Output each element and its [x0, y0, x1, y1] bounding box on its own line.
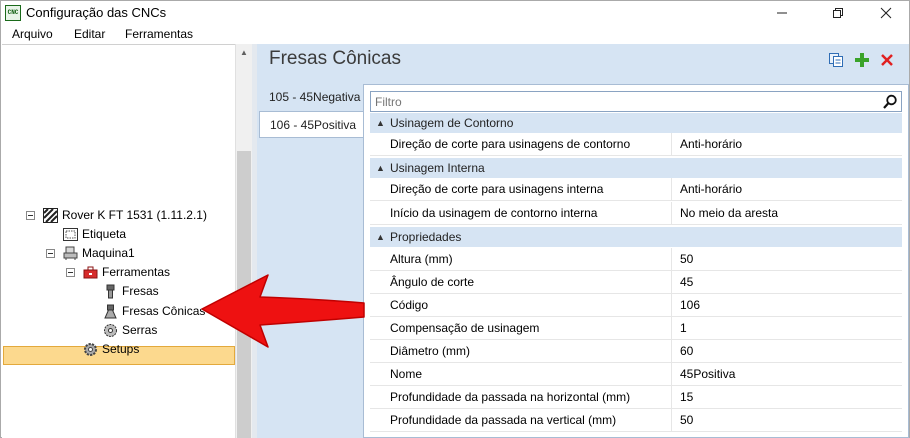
- title-bar: CNC Configuração das CNCs: [1, 1, 909, 25]
- annotation-arrow-icon: [201, 274, 365, 348]
- collapse-caret-icon[interactable]: ▲: [376, 113, 385, 133]
- property-row[interactable]: Profundidade da passada na horizontal (m…: [370, 386, 902, 409]
- property-value[interactable]: 15: [680, 386, 693, 408]
- tree-item-label: Fresas Cônicas: [122, 304, 206, 318]
- property-value[interactable]: 45: [680, 271, 693, 293]
- group-usinagem-contorno[interactable]: ▲ Usinagem de Contorno: [370, 113, 902, 133]
- property-value[interactable]: 50: [680, 409, 693, 431]
- menu-ferramentas[interactable]: Ferramentas: [125, 27, 193, 41]
- tree-item-label: Etiqueta: [82, 227, 127, 241]
- tree-scrollbar[interactable]: ▲: [235, 44, 252, 438]
- group-title: Usinagem de Contorno: [390, 116, 514, 130]
- property-row[interactable]: Nome 45Positiva: [370, 363, 902, 386]
- gear-icon: [84, 343, 97, 356]
- collapse-toggle[interactable]: [46, 249, 55, 258]
- collapse-caret-icon[interactable]: ▲: [376, 158, 385, 178]
- property-grid: ▲ Usinagem de Contorno Direção de corte …: [363, 84, 909, 438]
- mill-icon: [106, 284, 115, 299]
- duplicate-button[interactable]: [828, 52, 844, 68]
- machine-striped-icon: [43, 208, 58, 223]
- tool-tabs: 105 - 45Negativa 106 - 45Positiva: [257, 84, 363, 438]
- property-name: Altura (mm): [390, 248, 672, 270]
- property-row[interactable]: Altura (mm) 50: [370, 248, 902, 271]
- panel-title: Fresas Cônicas: [269, 48, 401, 69]
- property-name: Nome: [390, 363, 672, 385]
- property-value[interactable]: 1: [680, 317, 687, 339]
- property-name: Ângulo de corte: [390, 271, 672, 293]
- menu-editar[interactable]: Editar: [74, 27, 105, 41]
- restore-button[interactable]: [815, 1, 861, 25]
- property-name: Início da usinagem de contorno interna: [390, 202, 672, 224]
- property-name: Compensação de usinagem: [390, 317, 672, 339]
- group-title: Usinagem Interna: [390, 161, 485, 175]
- property-name: Profundidade da passada na horizontal (m…: [390, 386, 672, 408]
- group-usinagem-interna[interactable]: ▲ Usinagem Interna: [370, 158, 902, 178]
- tree-item-label: Ferramentas: [102, 265, 171, 279]
- property-row[interactable]: Direção de corte para usinagens de conto…: [370, 133, 902, 156]
- filter-input[interactable]: [371, 92, 871, 111]
- minimize-icon: [777, 12, 787, 14]
- search-icon[interactable]: [882, 94, 898, 110]
- details-pane: Fresas Cônicas 105 - 45Negativa 106 - 45…: [257, 44, 909, 438]
- property-row[interactable]: Compensação de usinagem 1: [370, 317, 902, 340]
- menu-arquivo[interactable]: Arquivo: [12, 27, 53, 41]
- restore-icon: [833, 8, 843, 18]
- property-value[interactable]: 60: [680, 340, 693, 362]
- menu-bar: Arquivo Editar Ferramentas: [1, 25, 909, 44]
- property-value[interactable]: 45Positiva: [680, 363, 735, 385]
- toolbox-icon: [83, 266, 98, 279]
- window-title: Configuração das CNCs: [26, 5, 167, 20]
- close-button[interactable]: [863, 1, 909, 25]
- property-name: Diâmetro (mm): [390, 340, 672, 362]
- property-row[interactable]: Ângulo de corte 45: [370, 271, 902, 294]
- tree-pane: Rover K FT 1531 (1.11.2.1) Etiqueta Maqu…: [2, 44, 235, 438]
- tab-105-45negativa[interactable]: 105 - 45Negativa: [259, 84, 363, 111]
- property-value[interactable]: Anti-horário: [680, 133, 742, 155]
- tree-item-maquina1[interactable]: Maquina1: [2, 244, 235, 263]
- property-name: Direção de corte para usinagens de conto…: [390, 133, 672, 155]
- saw-icon: [104, 324, 117, 337]
- property-row[interactable]: Direção de corte para usinagens interna …: [370, 178, 902, 201]
- scroll-up-arrow-icon[interactable]: ▲: [236, 46, 252, 60]
- minimize-button[interactable]: [759, 1, 805, 25]
- property-name: Código: [390, 294, 672, 316]
- group-title: Propriedades: [390, 230, 462, 244]
- conical-mill-icon: [104, 304, 117, 319]
- delete-button[interactable]: [879, 52, 895, 68]
- property-name: Profundidade da passada na vertical (mm): [390, 409, 672, 431]
- machine-icon: [63, 246, 78, 260]
- property-row[interactable]: Profundidade da passada na vertical (mm)…: [370, 409, 902, 432]
- collapse-toggle[interactable]: [26, 211, 35, 220]
- property-value[interactable]: No meio da aresta: [680, 202, 778, 224]
- tab-106-45positiva[interactable]: 106 - 45Positiva: [259, 111, 363, 138]
- tree-item-label: Maquina1: [82, 246, 135, 260]
- tree-item-label: Serras: [122, 323, 158, 337]
- tree-item-label: Rover K FT 1531 (1.11.2.1): [62, 208, 207, 222]
- tree-item-etiqueta[interactable]: Etiqueta: [2, 225, 235, 244]
- close-icon: [880, 7, 892, 19]
- filter-box: [370, 91, 902, 112]
- property-row[interactable]: Início da usinagem de contorno interna N…: [370, 202, 902, 225]
- tree-item-label: Fresas: [122, 284, 159, 298]
- main-window: CNC Configuração das CNCs Arquivo Editar…: [0, 0, 910, 438]
- property-value[interactable]: 106: [680, 294, 700, 316]
- property-name: Direção de corte para usinagens interna: [390, 178, 672, 200]
- collapse-toggle[interactable]: [66, 268, 75, 277]
- tree-item-rover[interactable]: Rover K FT 1531 (1.11.2.1): [2, 206, 235, 225]
- cnc-app-icon: CNC: [5, 5, 21, 21]
- property-row[interactable]: Código 106: [370, 294, 902, 317]
- property-row[interactable]: Diâmetro (mm) 60: [370, 340, 902, 363]
- tree-item-label: Setups: [102, 342, 140, 356]
- label-icon: [63, 228, 78, 241]
- group-propriedades[interactable]: ▲ Propriedades: [370, 227, 902, 247]
- property-value[interactable]: 50: [680, 248, 693, 270]
- add-button[interactable]: [854, 52, 870, 68]
- property-value[interactable]: Anti-horário: [680, 178, 742, 200]
- collapse-caret-icon[interactable]: ▲: [376, 227, 385, 247]
